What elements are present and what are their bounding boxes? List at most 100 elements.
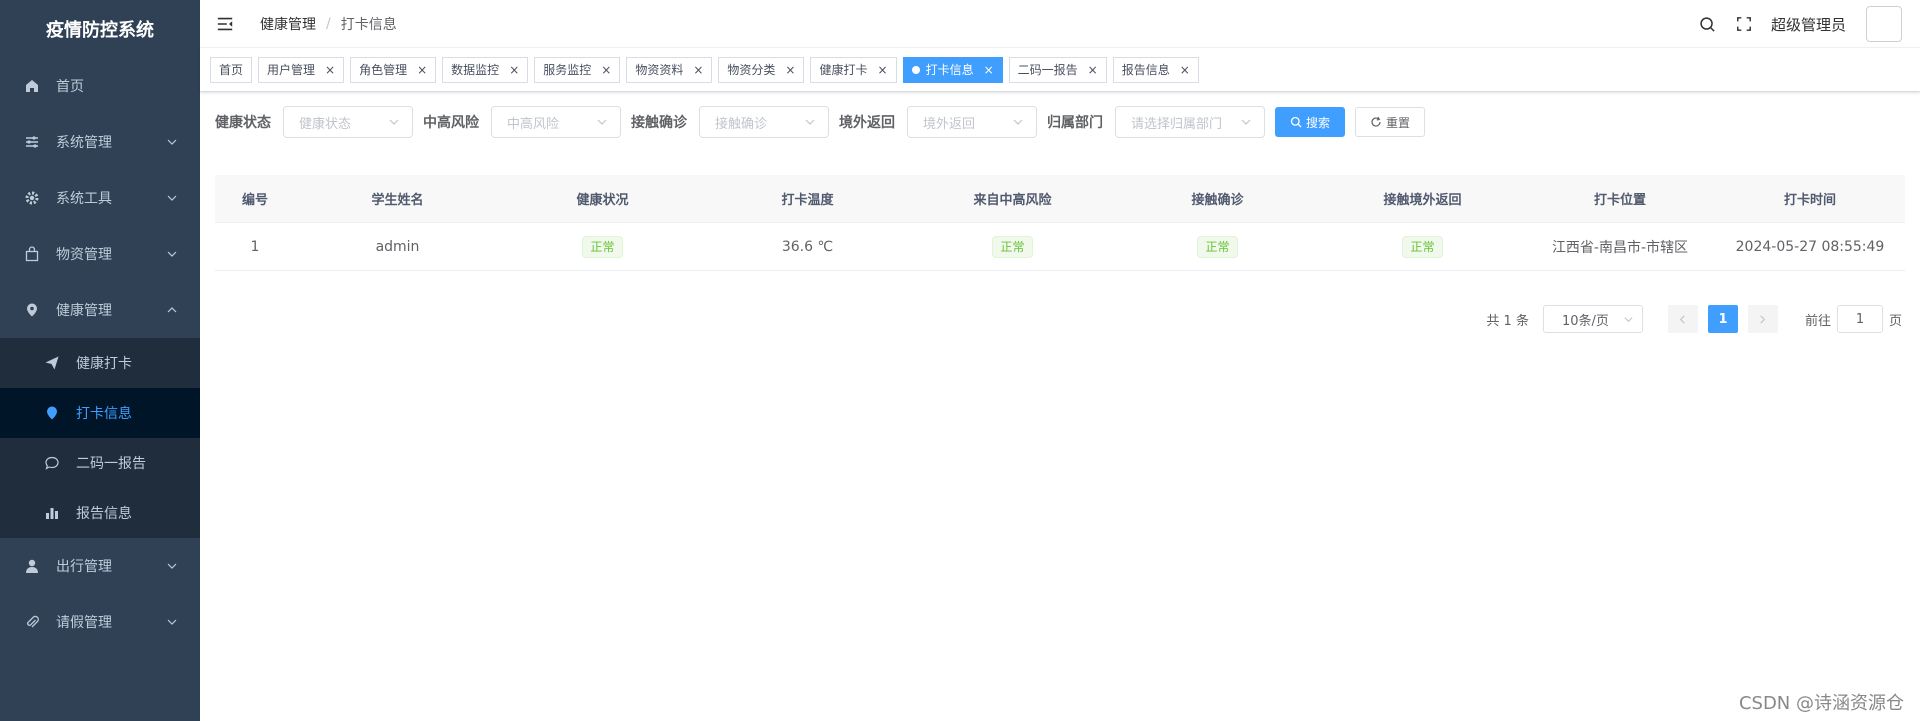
page-jumper: 前往 1 页 [1805, 305, 1902, 333]
sidebar-item-health-checkin[interactable]: 健康打卡 [0, 338, 200, 388]
page-size-select[interactable]: 10条/页 [1542, 305, 1643, 333]
sidebar-item-home[interactable]: 首页 [0, 58, 200, 114]
col-name: 学生姓名 [371, 193, 424, 208]
tag-supplies-category[interactable]: 物资分类 × [718, 56, 805, 83]
sidebar-item-health[interactable]: 健康管理 [0, 282, 200, 338]
table-row[interactable]: 1 admin 正常 36.6 ℃ 正常 正常 正常 江西省-南昌市-市辖区 2… [215, 223, 1905, 271]
goto-prefix: 前往 [1804, 313, 1831, 329]
tag-data-monitor[interactable]: 数据监控 × [442, 56, 529, 83]
tag-service-monitor[interactable]: 服务监控 × [534, 56, 621, 83]
sidebar-item-system[interactable]: 系统管理 [0, 114, 200, 170]
avatar[interactable] [1866, 6, 1902, 42]
goto-suffix: 页 [1888, 313, 1902, 329]
col-time: 打卡时间 [1783, 193, 1836, 208]
chevron-down-icon [597, 119, 607, 125]
tag-label: 数据监控 [451, 63, 500, 77]
close-icon[interactable]: × [693, 63, 703, 77]
table-header: 编号 学生姓名 健康状况 打卡温度 来自中高风险 接触确诊 接触境外返回 打卡位… [215, 175, 1905, 223]
dept-select[interactable]: 请选择归属部门 [1115, 106, 1265, 138]
close-icon[interactable]: × [878, 63, 888, 77]
chevron-left-icon [1680, 314, 1686, 324]
search-icon [1290, 116, 1302, 128]
risk-label: 中高风险 [423, 115, 479, 131]
filter-form: 健康状态 健康状态 中高风险 中高风险 接触确诊 接触确诊 境外返回 境外返回 … [200, 106, 1920, 138]
tag-user-management[interactable]: 用户管理 × [258, 56, 345, 83]
risk-select[interactable]: 中高风险 [491, 106, 621, 138]
breadcrumb-current: 打卡信息 [340, 16, 397, 33]
close-icon[interactable]: × [325, 63, 335, 77]
tag-home[interactable]: 首页 [210, 56, 253, 83]
chevron-down-icon [167, 139, 177, 145]
next-page-button[interactable] [1747, 305, 1778, 333]
search-button[interactable]: 搜索 [1275, 107, 1346, 137]
tag-two-codes-report[interactable]: 二码一报告 × [1008, 56, 1107, 83]
chevron-right-icon [1760, 314, 1766, 324]
map-pin-icon [44, 405, 60, 421]
chat-bubble-icon [44, 455, 60, 471]
tag-role-management[interactable]: 角色管理 × [350, 56, 437, 83]
cell-contact: 正常 [1115, 235, 1320, 258]
tag-label: 用户管理 [267, 63, 316, 77]
sidebar-item-checkin-info[interactable]: 打卡信息 [0, 388, 200, 438]
tags-view: 首页 用户管理 × 角色管理 × 数据监控 × 服务监控 × 物资资料 × 物资分类 × 健… [200, 48, 1920, 92]
navbar: 健康管理 / 打卡信息 超级管理员 [200, 0, 1920, 48]
cell-risk: 正常 [910, 235, 1115, 258]
breadcrumb: 健康管理 / 打卡信息 [260, 14, 397, 34]
sliders-icon [24, 134, 40, 150]
col-id: 编号 [241, 193, 268, 208]
reset-button[interactable]: 重置 [1355, 107, 1426, 137]
close-icon[interactable]: × [1088, 63, 1098, 77]
chevron-down-icon [805, 119, 815, 125]
close-icon[interactable]: × [509, 63, 519, 77]
paperclip-icon [24, 614, 40, 630]
breadcrumb-separator: / [326, 15, 331, 32]
fullscreen-icon[interactable] [1735, 15, 1753, 33]
abroad-select[interactable]: 境外返回 [907, 106, 1037, 138]
goto-page-input[interactable]: 1 [1836, 305, 1883, 333]
close-icon[interactable]: × [417, 63, 427, 77]
tag-label: 服务监控 [543, 63, 592, 77]
tag-health-checkin[interactable]: 健康打卡 × [810, 56, 897, 83]
chevron-up-icon [167, 307, 177, 313]
sidebar-item-two-codes-report[interactable]: 二码一报告 [0, 438, 200, 488]
search-icon[interactable] [1699, 15, 1717, 33]
sidebar-item-travel[interactable]: 出行管理 [0, 538, 200, 594]
close-icon[interactable]: × [1180, 63, 1190, 77]
sidebar-item-tools[interactable]: 系统工具 [0, 170, 200, 226]
tag-checkin-info[interactable]: 打卡信息 × [902, 56, 1003, 83]
app-logo-title: 疫情防控系统 [46, 20, 154, 41]
dept-label: 归属部门 [1047, 115, 1103, 131]
sidebar-item-label: 二码一报告 [76, 456, 146, 472]
page-number-current[interactable]: 1 [1707, 305, 1738, 333]
status-badge: 正常 [582, 235, 623, 258]
checkin-table: 编号 学生姓名 健康状况 打卡温度 来自中高风险 接触确诊 接触境外返回 打卡位… [215, 175, 1905, 271]
select-placeholder: 接触确诊 [715, 116, 768, 132]
hamburger-icon[interactable] [216, 14, 236, 34]
abroad-label: 境外返回 [839, 115, 895, 131]
contact-select[interactable]: 接触确诊 [699, 106, 829, 138]
right-menu: 超级管理员 [1699, 0, 1920, 48]
tag-label: 物资资料 [635, 63, 684, 77]
sidebar-item-label: 系统管理 [56, 135, 112, 151]
username[interactable]: 超级管理员 [1771, 14, 1846, 35]
tag-label: 健康打卡 [819, 63, 868, 77]
pagination-total: 共 1 条 [1486, 313, 1529, 329]
sidebar-item-leave[interactable]: 请假管理 [0, 594, 200, 650]
sidebar-item-label: 健康打卡 [76, 356, 132, 372]
cell-abroad: 正常 [1320, 235, 1525, 258]
tag-supplies-data[interactable]: 物资资料 × [626, 56, 713, 83]
breadcrumb-item[interactable]: 健康管理 [260, 14, 316, 34]
sidebar-item-label: 报告信息 [76, 506, 132, 522]
sidebar-item-supplies[interactable]: 物资管理 [0, 226, 200, 282]
cell-location: 江西省-南昌市-市辖区 [1551, 239, 1689, 256]
close-icon[interactable]: × [601, 63, 611, 77]
pagination: 共 1 条 10条/页 1 前往 1 页 [1486, 305, 1902, 333]
health-status-select[interactable]: 健康状态 [283, 106, 413, 138]
prev-page-button[interactable] [1667, 305, 1698, 333]
sidebar-item-report-info[interactable]: 报告信息 [0, 488, 200, 538]
close-icon[interactable]: × [785, 63, 795, 77]
chevron-down-icon [167, 251, 177, 257]
close-icon[interactable]: × [984, 63, 994, 77]
col-risk: 来自中高风险 [973, 193, 1052, 208]
tag-report-info[interactable]: 报告信息 × [1112, 56, 1199, 83]
